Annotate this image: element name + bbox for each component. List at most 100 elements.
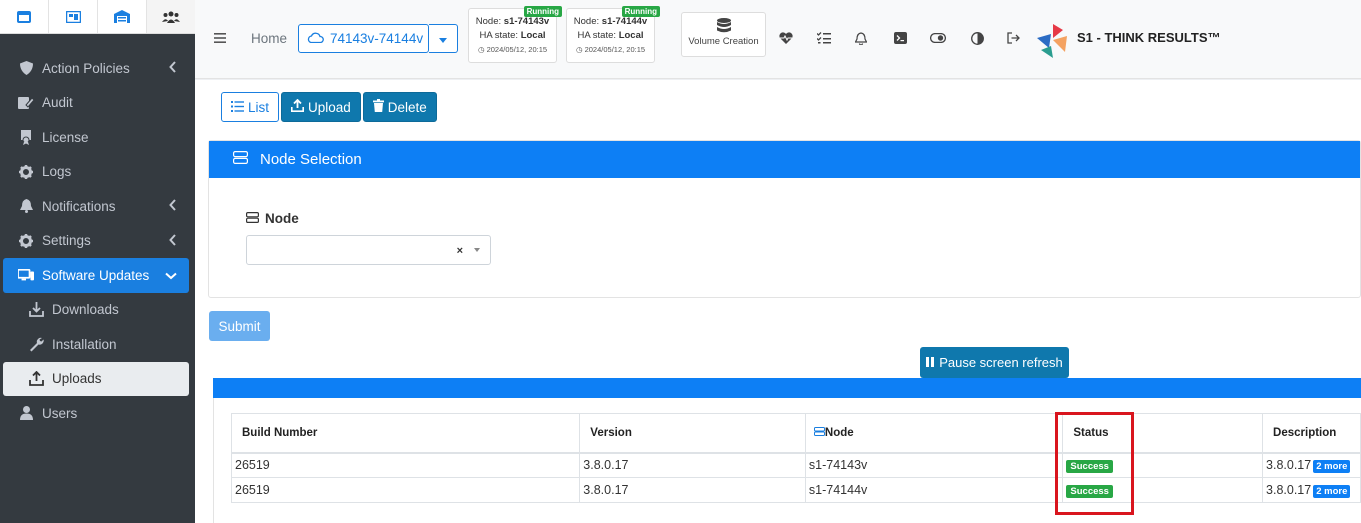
- sidebar-tab-4[interactable]: [147, 0, 195, 33]
- sidebar-item-notifications[interactable]: Notifications: [0, 189, 195, 224]
- clock-icon: ◷: [575, 45, 583, 54]
- sidebar-item-settings[interactable]: Settings: [0, 224, 195, 259]
- delete-button[interactable]: Delete: [362, 92, 437, 122]
- caret-down-icon[interactable]: [474, 248, 480, 252]
- sidebar-item-software-updates[interactable]: Software Updates: [3, 258, 189, 293]
- node-status-card-1[interactable]: Running Node: s1-74143v HA state: Local …: [468, 6, 562, 63]
- tasks-icon[interactable]: [816, 30, 832, 46]
- sidebar-item-action-policies[interactable]: Action Policies: [0, 51, 195, 86]
- window-icon: [17, 10, 31, 23]
- running-badge: Running: [621, 6, 660, 17]
- cell-description: 3.8.0.17 2 more: [1262, 452, 1361, 478]
- chevron-left-icon: [169, 61, 177, 76]
- sidebar-item-label: License: [42, 129, 89, 145]
- col-build-number[interactable]: Build Number: [230, 413, 581, 454]
- status-badge: Success: [1066, 460, 1113, 474]
- ha-prefix: HA state:: [577, 30, 617, 41]
- upload-button[interactable]: Upload: [281, 92, 361, 122]
- node-select[interactable]: ×: [246, 235, 491, 265]
- server-icon: [233, 151, 249, 168]
- database-icon: [682, 18, 765, 36]
- bell-icon: [18, 198, 34, 214]
- sidebar-tabs: [0, 0, 195, 34]
- col-node-label: Node: [824, 426, 854, 439]
- chevron-left-icon: [169, 199, 177, 214]
- main-content: List Upload Delete Node Selection Node ×…: [195, 80, 1361, 523]
- ha-prefix: HA state:: [479, 30, 519, 41]
- volume-creation-label: Volume Creation: [688, 36, 759, 47]
- more-badge[interactable]: 2 more: [1313, 460, 1351, 474]
- sidebar-item-users[interactable]: Users: [0, 396, 195, 431]
- brand-name: S1 - THINK RESULTS™: [1077, 30, 1221, 45]
- col-description[interactable]: Description: [1262, 413, 1361, 454]
- description-text: 3.8.0.17: [1266, 458, 1312, 473]
- hamburger-menu-icon[interactable]: [214, 31, 226, 46]
- sidebar-item-uploads[interactable]: Uploads: [3, 361, 189, 396]
- sidebar-tab-3[interactable]: [98, 0, 147, 33]
- cell-build: 26519: [230, 477, 581, 503]
- user-icon: [18, 405, 34, 421]
- node-name: s1-74143v: [503, 16, 550, 27]
- sidebar-item-downloads[interactable]: Downloads: [0, 293, 195, 328]
- table-row[interactable]: 26519 3.8.0.17 s1-74143v Success 3.8.0.1…: [230, 452, 1361, 478]
- sidebar-item-license[interactable]: License: [0, 120, 195, 155]
- sidebar-item-label: Uploads: [52, 371, 102, 387]
- clear-selection-icon[interactable]: ×: [457, 245, 463, 257]
- home-link[interactable]: Home: [251, 31, 287, 46]
- cell-version: 3.8.0.17: [579, 452, 806, 478]
- list-button[interactable]: List: [221, 92, 280, 122]
- cell-description: 3.8.0.17 2 more: [1262, 477, 1361, 503]
- edit-document-icon: [18, 95, 34, 111]
- cell-node: s1-74144v: [804, 477, 1064, 503]
- heartbeat-icon[interactable]: [778, 30, 794, 46]
- volume-creation-button[interactable]: Volume Creation: [681, 12, 766, 57]
- gear-icon: [18, 164, 34, 180]
- sidebar-item-label: Software Updates: [42, 267, 150, 283]
- sidebar-item-logs[interactable]: Logs: [0, 155, 195, 190]
- toggle-icon[interactable]: [930, 30, 946, 46]
- pause-refresh-label: Pause screen refresh: [939, 355, 1063, 370]
- table-header-row: Build Number Version Node Status Descrip…: [230, 413, 1361, 454]
- sidebar-item-label: Logs: [42, 164, 72, 180]
- server-icon: [813, 426, 825, 439]
- cluster-name: 74143v-74144v: [330, 31, 424, 46]
- submit-button[interactable]: Submit: [209, 311, 270, 341]
- col-status[interactable]: Status: [1062, 413, 1264, 454]
- bell-icon[interactable]: [853, 30, 869, 46]
- col-node[interactable]: Node: [804, 413, 1064, 454]
- chevron-left-icon: [169, 233, 177, 249]
- table-row[interactable]: 26519 3.8.0.17 s1-74144v Success 3.8.0.1…: [230, 477, 1361, 503]
- col-version[interactable]: Version: [579, 413, 806, 454]
- terminal-icon[interactable]: [892, 30, 908, 46]
- sidebar-item-label: Notifications: [42, 198, 116, 214]
- contrast-icon[interactable]: [969, 30, 985, 46]
- sidebar-item-installation[interactable]: Installation: [0, 327, 195, 362]
- node-selection-header: Node Selection: [209, 141, 1360, 178]
- caret-down-icon: [439, 31, 447, 46]
- warehouse-icon: [114, 10, 130, 23]
- sidebar-tab-2[interactable]: [49, 0, 98, 33]
- cluster-selector-button[interactable]: 74143v-74144v: [298, 24, 429, 53]
- upload-button-label: Upload: [308, 99, 351, 115]
- shield-icon: [18, 60, 34, 76]
- cell-version: 3.8.0.17: [579, 477, 806, 503]
- more-badge[interactable]: 2 more: [1313, 485, 1351, 498]
- cloud-icon: [307, 31, 324, 46]
- action-toolbar: List Upload Delete: [221, 92, 437, 122]
- node-status-card-2[interactable]: Running Node: s1-74144v HA state: Local …: [566, 6, 660, 63]
- sidebar-tab-1[interactable]: [0, 0, 49, 33]
- cluster-dropdown-toggle[interactable]: [429, 24, 458, 53]
- download-icon: [28, 302, 44, 318]
- pause-refresh-button[interactable]: Pause screen refresh: [920, 347, 1069, 378]
- sidebar-item-label: Settings: [42, 233, 91, 249]
- status-badge: Success: [1066, 485, 1113, 498]
- desktop-icon: [18, 267, 34, 283]
- node-timestamp: 2024/05/12, 20:15: [584, 45, 646, 54]
- ha-state: Local: [520, 30, 546, 41]
- cell-status: Success: [1062, 452, 1264, 478]
- uploads-panel: Build Number Version Node Status Descrip…: [213, 398, 1361, 523]
- uploads-panel-header: [213, 378, 1361, 398]
- logout-icon[interactable]: [1006, 30, 1022, 46]
- sidebar-item-audit[interactable]: Audit: [0, 86, 195, 121]
- ha-state: Local: [618, 30, 644, 41]
